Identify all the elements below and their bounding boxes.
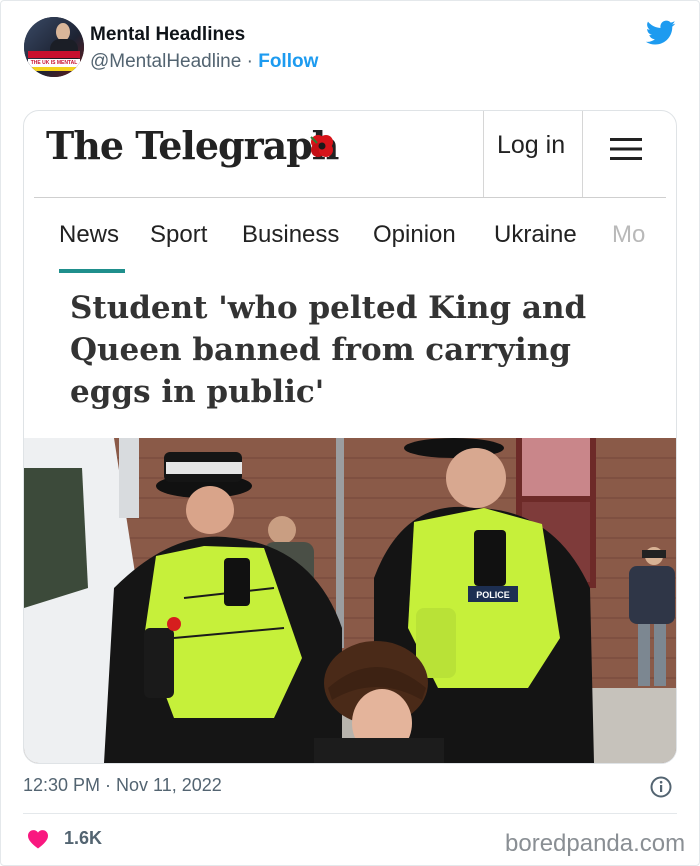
header-rule — [34, 197, 666, 198]
divider — [23, 813, 677, 814]
avatar[interactable]: THE UK IS MENTAL — [24, 17, 84, 77]
watermark: boredpanda.com — [505, 830, 686, 857]
section-nav: News Sport Business Opinion Ukraine Mo — [24, 209, 676, 279]
header-divider — [483, 111, 484, 197]
active-nav-indicator — [59, 269, 125, 273]
article-photo[interactable]: POLICE — [24, 438, 676, 763]
nav-item-sport[interactable]: Sport — [150, 221, 207, 249]
follow-button[interactable]: Follow — [258, 51, 318, 72]
like-count: 1.6K — [64, 828, 103, 848]
info-icon[interactable] — [650, 776, 672, 798]
header-divider — [582, 111, 583, 197]
nav-item-ukraine[interactable]: Ukraine — [494, 221, 577, 249]
poppy-icon — [310, 135, 333, 157]
avatar-caption: THE UK IS MENTAL — [28, 59, 80, 67]
login-button[interactable]: Log in — [497, 131, 565, 160]
heart-icon[interactable] — [27, 829, 49, 849]
tweet-timestamp[interactable]: 12:30 PM · Nov 11, 2022 — [23, 775, 222, 796]
nav-item-more[interactable]: Mo — [612, 221, 645, 249]
police-vest-label: POLICE — [476, 590, 510, 600]
telegraph-header: The Telegraph Log in — [24, 111, 676, 197]
article-card[interactable]: The Telegraph Log in News Sport Business… — [23, 110, 677, 764]
separator: · — [246, 51, 253, 72]
twitter-bird-icon[interactable] — [646, 20, 676, 46]
handle-row: @MentalHeadline · Follow — [90, 51, 318, 73]
display-name[interactable]: Mental Headlines — [90, 24, 245, 46]
nav-item-business[interactable]: Business — [242, 221, 339, 249]
handle[interactable]: @MentalHeadline — [90, 51, 241, 72]
hamburger-menu-icon[interactable] — [610, 137, 642, 161]
telegraph-logo[interactable]: The Telegraph — [46, 123, 339, 168]
article-headline[interactable]: Student 'who pelted King and Queen banne… — [70, 287, 640, 413]
nav-item-opinion[interactable]: Opinion — [373, 221, 456, 249]
nav-item-news[interactable]: News — [59, 221, 119, 249]
